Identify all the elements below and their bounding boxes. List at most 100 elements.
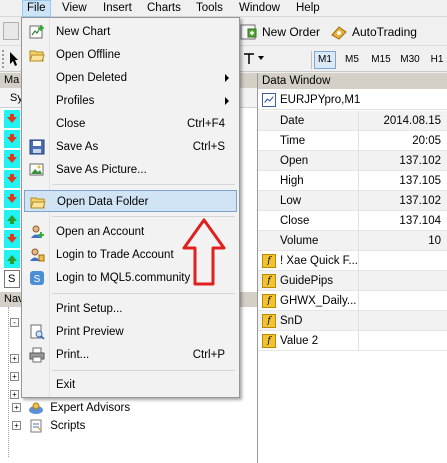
menu-item-print[interactable]: Print... Ctrl+P [24,344,237,366]
market-watch-row[interactable] [4,190,20,208]
expert-advisors-icon [29,402,44,414]
expand-icon: + [12,421,21,431]
indicator-row: f GuidePips [258,271,447,291]
indicator-icon: f [262,254,276,268]
menu-separator [52,216,235,217]
save-icon [29,139,45,155]
arrow-up-icon [7,215,17,224]
submenu-arrow-icon [225,74,229,82]
data-row: Time 20:05 [258,131,447,151]
menu-item-open-data-folder[interactable]: Open Data Folder [24,190,237,212]
market-watch-tab[interactable]: S [4,270,20,288]
menu-help[interactable]: Help [292,0,324,17]
new-order-label: New Order [262,25,321,39]
menu-item-close[interactable]: Close Ctrl+F4 [24,113,237,135]
menu-item-open-offline[interactable]: Open Offline [24,44,237,66]
menu-item-print-setup[interactable]: Print Setup... [24,298,237,320]
data-row: Close 137.104 [258,211,447,231]
navigator-item-scripts[interactable]: + Scripts [12,418,85,434]
indicator-label: ! Xae Quick F... [280,255,358,267]
market-watch-row[interactable] [4,170,20,188]
menu-item-new-chart[interactable]: New Chart [24,21,237,43]
indicator-icon: f [262,314,276,328]
menu-item-label: Close [56,118,86,130]
data-row-value: 137.104 [399,215,441,227]
mql5-icon: S [30,271,44,285]
market-watch-row[interactable] [4,230,20,248]
autotrading-label: AutoTrading [352,25,417,39]
indicator-label: GHWX_Daily... [280,295,357,307]
data-window-title: Data Window [258,73,447,89]
menu-separator [52,293,235,294]
menu-item-shortcut: Ctrl+F4 [186,118,225,130]
indicator-row: f Value 2 [258,331,447,351]
toolbar-divider [311,51,312,69]
data-row-key: High [280,175,304,187]
print-preview-icon [30,324,45,340]
menu-window[interactable]: Window [235,0,284,17]
menu-item-print-preview[interactable]: Print Preview [24,321,237,343]
expand-icon: + [10,354,19,364]
data-row: Date 2014.08.15 [258,111,447,131]
arrow-down-icon [7,114,17,123]
navigator-item-expert-advisors[interactable]: + Expert Advisors [12,400,130,416]
menu-item-label: Open Deleted [56,72,127,84]
market-watch-row[interactable] [4,130,20,148]
menu-separator [52,370,235,371]
menu-charts[interactable]: Charts [143,0,185,17]
menu-item-exit[interactable]: Exit [24,374,237,396]
menu-item-label: Exit [56,379,76,391]
menu-item-label: Save As Picture... [56,164,147,176]
menu-insert[interactable]: Insert [99,0,136,17]
chevron-down-icon[interactable] [258,56,264,60]
menu-tools[interactable]: Tools [192,0,227,17]
menu-bar: File View Insert Charts Tools Window Hel… [0,0,447,17]
new-chart-toolbar-icon[interactable] [3,22,19,40]
timeframe-m1[interactable]: M1 [314,51,336,69]
svg-text:S: S [34,274,41,285]
menu-item-label: Profiles [56,95,95,107]
cursor-icon[interactable] [10,52,18,66]
navigator-item-label: Scripts [50,420,86,432]
menu-item-profiles[interactable]: Profiles [24,90,237,112]
indicator-icon: f [262,274,276,288]
menu-item-label: Login to MQL5.community [56,272,191,284]
menu-item-save-as[interactable]: Save As Ctrl+S [24,136,237,158]
expand-icon: + [10,372,19,382]
menu-item-label: Open Data Folder [57,196,149,208]
expand-icon: - [10,318,19,328]
menu-file[interactable]: File [22,0,51,17]
new-order-button[interactable]: New Order [238,21,320,43]
menu-item-label: New Chart [56,26,111,38]
autotrading-button[interactable]: AutoTrading [328,21,445,43]
timeframe-h1[interactable]: H1 [427,51,447,69]
menu-view[interactable]: View [58,0,91,17]
timeframe-m30[interactable]: M30 [397,51,423,69]
text-tool-icon[interactable] [242,52,256,66]
timeframe-m15[interactable]: M15 [368,51,394,69]
menu-item-label: Print... [56,349,90,361]
menu-item-open-deleted[interactable]: Open Deleted [24,67,237,89]
arrow-down-icon [7,174,17,183]
timeframe-m5[interactable]: M5 [341,51,363,69]
data-row-value: 137.102 [399,155,441,167]
data-row-key: Low [280,195,302,207]
new-chart-icon [29,25,44,39]
menu-item-save-as-picture[interactable]: Save As Picture... [24,159,237,181]
market-watch-row[interactable] [4,250,20,268]
data-window-symbol: EURJPYpro,M1 [258,90,447,110]
data-row-value: 10 [428,235,441,247]
account-icon [31,225,44,238]
file-menu-dropdown: New Chart Open Offline Open Deleted Prof… [21,17,240,398]
market-watch-row[interactable] [4,210,20,228]
arrow-down-icon [7,134,17,143]
data-row-value: 137.105 [399,175,441,187]
market-watch-row[interactable] [4,110,20,128]
chart-icon [262,93,276,107]
arrow-down-icon [7,234,17,243]
menu-item-shortcut: Ctrl+S [192,141,225,153]
indicator-label: SnD [280,315,303,327]
market-watch-row[interactable] [4,150,20,168]
symbol-label: EURJPYpro,M1 [280,94,361,106]
indicator-label: Value 2 [280,335,319,347]
